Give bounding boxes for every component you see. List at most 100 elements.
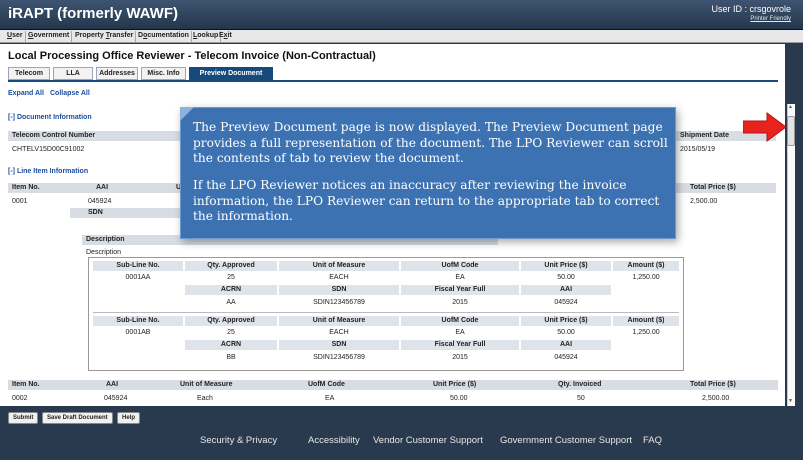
amount: 1,250.00 xyxy=(632,274,660,281)
col-item-no: Item No. xyxy=(12,184,40,191)
tab-misc-info[interactable]: Misc. Info xyxy=(141,67,186,80)
col-aai: AAI xyxy=(106,381,119,388)
shipment-date-value: 2015/05/19 xyxy=(680,146,716,153)
callout-fold-corner xyxy=(180,107,194,121)
sdn-header: SDN xyxy=(279,340,399,350)
footer-government-support[interactable]: Government Customer Support xyxy=(500,435,632,446)
col-aai: AAI xyxy=(96,184,109,191)
save-draft-button[interactable]: Save Draft Document xyxy=(42,412,113,424)
menu-government[interactable]: Government xyxy=(26,31,73,42)
line-item-info-toggle[interactable]: [-] Line Item Information xyxy=(8,168,88,175)
tcn-value: CHTELV15D00C91002 xyxy=(12,146,85,153)
tcn-header: Telecom Control Number xyxy=(8,131,183,141)
qty-approved-header: Qty. Approved xyxy=(185,316,277,326)
callout-paragraph-1: The Preview Document page is now display… xyxy=(193,120,668,165)
item2-total-price: 2,500.00 xyxy=(702,395,730,402)
help-button[interactable]: Help xyxy=(117,412,141,424)
fiscal-year-header: Fiscal Year Full xyxy=(401,340,519,350)
acrn: BB xyxy=(226,354,236,361)
vertical-scrollbar[interactable] xyxy=(787,104,795,406)
sdn: SDIN123456789 xyxy=(313,354,365,361)
scroll-down-icon[interactable]: ▼ xyxy=(788,398,793,404)
footer-accessibility[interactable]: Accessibility xyxy=(308,435,360,446)
sub-line-no-header: Sub-Line No. xyxy=(93,261,183,271)
acrn: AA xyxy=(226,299,236,306)
menu-exit[interactable]: Exit xyxy=(217,31,234,42)
tab-preview-document[interactable]: Preview Document xyxy=(189,67,273,80)
aai: 045924 xyxy=(554,299,578,306)
fiscal-year: 2015 xyxy=(452,299,468,306)
menu-user-label: ser xyxy=(12,32,23,39)
sub-line-no: 0001AB xyxy=(125,329,151,336)
col-qty-invoiced: Qty. Invoiced xyxy=(558,381,602,388)
menu-documentation[interactable]: Documentation xyxy=(136,31,192,42)
item1-total-price: 2,500.00 xyxy=(690,198,718,205)
ufom-code-header: UofM Code xyxy=(401,316,519,326)
red-arrow-icon xyxy=(743,112,787,142)
menu-documentation-label: cumentation xyxy=(147,32,189,39)
amount: 1,250.00 xyxy=(632,329,660,336)
sub-line-divider xyxy=(93,312,679,313)
col-item-no: Item No. xyxy=(12,381,40,388)
sdn: SDIN123456789 xyxy=(313,299,365,306)
document-info-toggle[interactable]: [-] Document Information xyxy=(8,114,92,121)
expand-all-link[interactable]: Expand All xyxy=(8,90,44,97)
line-item-2-header: Item No. AAI Unit of Measure UofM Code U… xyxy=(8,380,778,390)
menu-bar: User Government Property Transfer Docume… xyxy=(0,30,803,43)
menu-exit-label: it xyxy=(227,32,232,39)
unit-of-measure-header: Unit of Measure xyxy=(279,316,399,326)
footer: Security & Privacy Accessibility Vendor … xyxy=(0,428,803,460)
unit-price-header: Unit Price ($) xyxy=(521,261,611,271)
tutorial-callout: The Preview Document page is now display… xyxy=(180,107,676,239)
unit-price: 50.00 xyxy=(557,274,575,281)
item1-sdn-header: SDN xyxy=(70,208,180,218)
item2-unit-of-measure: Each xyxy=(197,395,213,402)
tab-lla[interactable]: LLA xyxy=(53,67,93,80)
tab-telecom[interactable]: Telecom xyxy=(8,67,50,80)
app-header: iRAPT (formerly WAWF) User ID : crsgovro… xyxy=(0,0,803,30)
footer-vendor-support[interactable]: Vendor Customer Support xyxy=(373,435,483,446)
qty-approved: 25 xyxy=(227,274,235,281)
col-unit-of-measure: Unit of Measure xyxy=(180,381,233,388)
qty-approved: 25 xyxy=(227,329,235,336)
unit-of-measure: EACH xyxy=(329,329,349,336)
unit-price-header: Unit Price ($) xyxy=(521,316,611,326)
menu-property-transfer-label: ransfer xyxy=(109,32,134,39)
tab-underline xyxy=(8,80,778,82)
item2-aai: 045924 xyxy=(104,395,128,402)
item2-qty-invoiced: 50 xyxy=(577,395,585,402)
collapse-all-link[interactable]: Collapse All xyxy=(50,90,90,97)
line-item-header-left: Item No. AAI U xyxy=(8,183,183,193)
item2-ufom-code: EA xyxy=(325,395,335,402)
footer-faq[interactable]: FAQ xyxy=(643,435,662,446)
ufom-code: EA xyxy=(455,274,465,281)
item1-item-no: 0001 xyxy=(12,198,28,205)
user-id: User ID : crsgovrole xyxy=(711,4,791,14)
qty-approved-header: Qty. Approved xyxy=(185,261,277,271)
line-item-header-right: Total Price ($) xyxy=(676,183,776,193)
aai: 045924 xyxy=(554,354,578,361)
sub-line-no-header: Sub-Line No. xyxy=(93,316,183,326)
submit-button[interactable]: Submit xyxy=(8,412,39,424)
sdn-header: SDN xyxy=(279,285,399,295)
ufom-code-header: UofM Code xyxy=(401,261,519,271)
fiscal-year: 2015 xyxy=(452,354,468,361)
item2-item-no: 0002 xyxy=(12,395,28,402)
tab-addresses[interactable]: Addresses xyxy=(96,67,138,80)
ufom-code: EA xyxy=(455,329,465,336)
aai-header: AAI xyxy=(521,340,611,350)
menu-property-transfer[interactable]: Property Transfer xyxy=(73,31,137,42)
scroll-up-icon[interactable]: ▲ xyxy=(788,104,793,110)
menu-user[interactable]: User xyxy=(5,31,26,42)
menu-lookup-label: ookup xyxy=(197,32,219,39)
unit-price: 50.00 xyxy=(557,329,575,336)
printer-friendly-link[interactable]: Printer Friendly xyxy=(750,16,791,22)
scrollbar-thumb[interactable] xyxy=(787,116,795,146)
unit-of-measure: EACH xyxy=(329,274,349,281)
col-unit-price: Unit Price ($) xyxy=(433,381,477,388)
footer-security-privacy[interactable]: Security & Privacy xyxy=(200,435,277,446)
app-title: iRAPT (formerly WAWF) xyxy=(8,5,179,22)
aai-header: AAI xyxy=(521,285,611,295)
item1-aai: 045924 xyxy=(88,198,112,205)
item2-unit-price: 50.00 xyxy=(450,395,468,402)
